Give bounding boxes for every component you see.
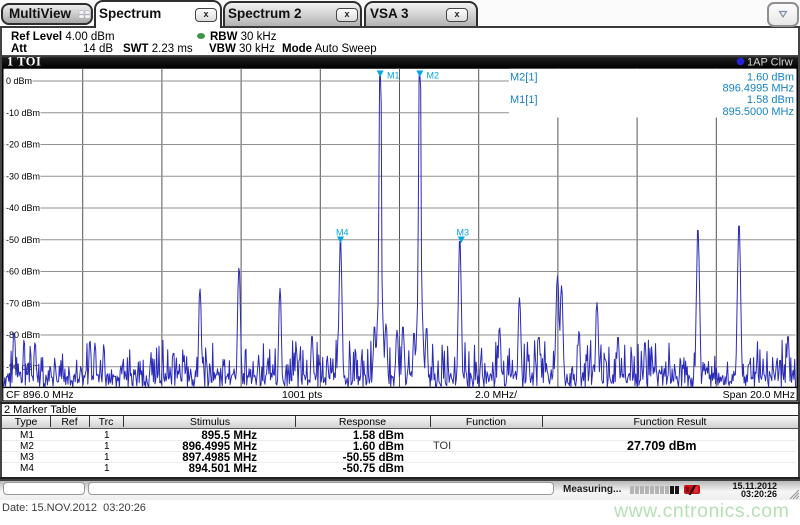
svg-text:896.4995 MHz: 896.4995 MHz [722, 83, 794, 95]
svg-text:M1: M1 [387, 71, 400, 81]
svg-text:M1[1]: M1[1] [510, 94, 538, 106]
svg-text:1001 pts: 1001 pts [282, 389, 322, 401]
svg-text:-20 dBm: -20 dBm [6, 140, 40, 150]
svg-text:-40 dBm: -40 dBm [6, 203, 40, 213]
svg-text:0 dBm: 0 dBm [6, 76, 32, 86]
svg-text:-60 dBm: -60 dBm [6, 267, 40, 277]
svg-text:-70 dBm: -70 dBm [6, 298, 40, 308]
svg-text:CF 896.0 MHz: CF 896.0 MHz [6, 389, 74, 401]
svg-text:1AP Clrw: 1AP Clrw [747, 57, 793, 69]
svg-text:M4: M4 [336, 228, 349, 238]
svg-text:M2[1]: M2[1] [510, 72, 538, 84]
svg-text:Span 20.0 MHz: Span 20.0 MHz [723, 389, 795, 401]
svg-text:2.0 MHz/: 2.0 MHz/ [475, 389, 517, 401]
svg-text:-30 dBm: -30 dBm [6, 171, 40, 181]
svg-text:1 TOI: 1 TOI [7, 55, 41, 69]
svg-text:M2: M2 [427, 71, 440, 81]
svg-text:895.5000 MHz: 895.5000 MHz [722, 106, 794, 118]
svg-text:-10 dBm: -10 dBm [6, 108, 40, 118]
svg-text:1.58 dBm: 1.58 dBm [747, 94, 794, 106]
svg-text:-80 dBm: -80 dBm [6, 330, 40, 340]
svg-text:-50 dBm: -50 dBm [6, 235, 40, 245]
svg-text:M3: M3 [457, 228, 470, 238]
